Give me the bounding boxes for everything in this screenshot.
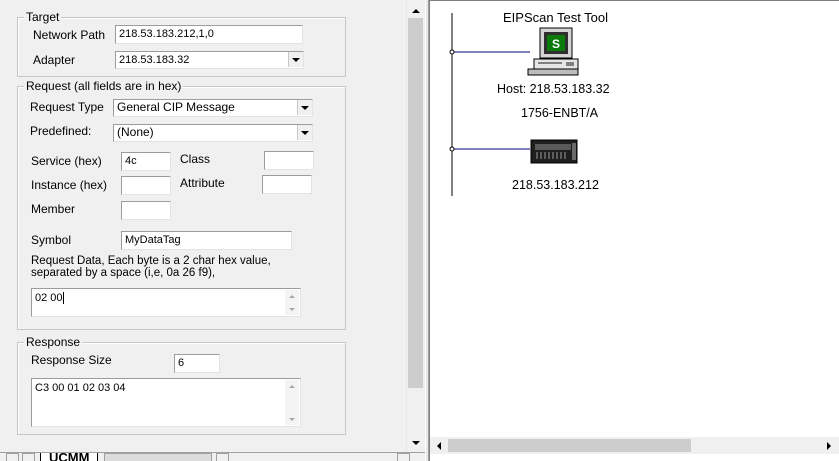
scroll-left-icon[interactable] [430,437,447,454]
device-model-label: 1756-ENBT/A [521,106,599,120]
symbol-input[interactable]: MyDataTag [121,231,292,250]
attribute-label: Attribute [180,176,225,190]
response-data-textarea[interactable]: C3 00 01 02 03 04 [31,378,301,427]
request-group-title: Request (all fields are in hex) [24,79,184,93]
left-pane-scrollbar[interactable] [406,0,423,452]
scroll-up-icon[interactable] [285,290,299,302]
adapter-dropdown-value: 218.53.183.32 [119,54,190,66]
scroll-up-icon[interactable] [407,2,424,19]
tab-other[interactable] [104,453,212,461]
class-label: Class [180,152,211,166]
instance-input[interactable] [121,176,171,195]
response-size-label: Response Size [31,353,112,367]
scrollbar-thumb[interactable] [408,18,423,388]
response-data-text: C3 00 01 02 03 04 [35,382,126,394]
request-data-text: 02 00 [35,292,63,304]
network-tree: S [449,13,579,196]
service-input[interactable]: 4c [121,152,171,171]
network-module-icon [530,139,578,164]
scroll-down-icon[interactable] [285,413,299,425]
class-input[interactable] [264,151,314,170]
scroll-right-icon[interactable] [820,437,837,454]
predefined-dropdown[interactable]: (None) [113,124,313,142]
scroll-down-icon[interactable] [285,303,299,315]
device-ip-label[interactable]: 218.53.183.212 [512,178,599,192]
request-data-hint-line1: Request Data, Each byte is a 2 char hex … [31,255,271,267]
scroll-up-icon[interactable] [285,380,299,392]
request-data-scrollbar[interactable] [285,290,299,315]
request-type-dropdown-value: General CIP Message [117,100,235,114]
predefined-dropdown-button[interactable] [297,125,312,140]
network-view-hscrollbar[interactable] [430,437,839,454]
request-data-hint-line2: separated by a space (i,e, 0a 26 f9), [31,267,216,279]
host-label[interactable]: Host: 218.53.183.32 [497,82,610,96]
attribute-input[interactable] [262,175,312,194]
computer-icon: S [527,27,579,76]
response-size-input[interactable]: 6 [174,354,220,373]
tab-ucmm[interactable]: UCMM [40,453,99,461]
tab-strip-scroll-left-icon[interactable] [216,453,229,461]
tab-scroll-left-icon[interactable] [6,453,19,461]
adapter-dropdown[interactable]: 218.53.183.32 [115,51,304,69]
member-label: Member [31,202,76,216]
tool-label: EIPScan Test Tool [503,10,609,25]
instance-label: Instance (hex) [31,178,108,192]
scroll-down-icon[interactable] [407,434,424,451]
request-type-label: Request Type [30,100,104,114]
symbol-label: Symbol [31,233,72,247]
response-group-title: Response [24,335,83,349]
predefined-label: Predefined: [30,124,92,138]
target-group-title: Target [24,10,62,24]
text-cursor [62,292,64,305]
tab-strip-scroll-right-icon[interactable] [397,453,410,461]
network-path-label: Network Path [33,28,106,42]
adapter-dropdown-button[interactable] [288,52,303,67]
chevron-down-icon [301,130,309,135]
chevron-down-icon [301,105,309,110]
request-type-dropdown[interactable]: General CIP Message [113,99,313,117]
network-path-input[interactable]: 218.53.183.212,1,0 [115,25,303,44]
tab-strip: UCMM [0,452,425,461]
scrollbar-thumb[interactable] [448,439,691,452]
svg-text:S: S [552,37,560,51]
left-pane: Target Network Path 218.53.183.212,1,0 A… [0,0,425,461]
member-input[interactable] [121,201,171,220]
chevron-down-icon [292,57,300,62]
response-data-scrollbar[interactable] [285,380,299,425]
service-label: Service (hex) [31,154,102,168]
tab-scroll-right-icon[interactable] [22,453,35,461]
predefined-dropdown-value: (None) [117,125,154,139]
network-view-pane: S EIPScan Test Tool Host: 218.53.183.32 … [429,0,839,461]
request-type-dropdown-button[interactable] [297,100,312,115]
adapter-label: Adapter [33,53,76,67]
request-data-textarea[interactable]: 02 00 [31,288,301,317]
